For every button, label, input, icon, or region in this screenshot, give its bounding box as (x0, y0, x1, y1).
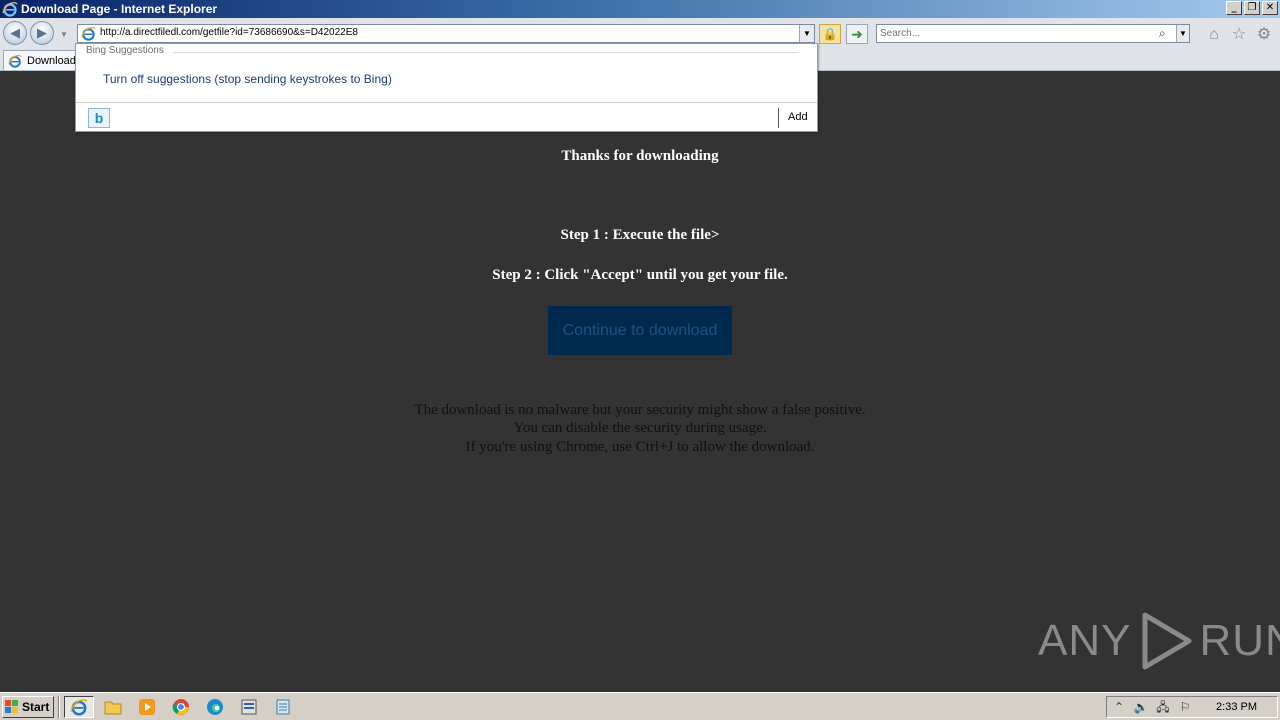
lock-icon: 🔒 (822, 27, 838, 41)
watermark-left-text: ANY (1038, 616, 1132, 665)
windows-flag-icon (5, 700, 18, 713)
bing-logo-icon[interactable]: b (88, 108, 110, 128)
footer-separator (778, 108, 779, 128)
page-content: Thanks for downloading Step 1 : Execute … (0, 71, 1280, 691)
folder-icon (104, 701, 122, 715)
continue-to-download-button[interactable]: Continue to download (548, 306, 732, 355)
search-input[interactable] (880, 26, 1150, 41)
media-player-icon (139, 699, 155, 715)
ie-logo-icon (2, 2, 18, 17)
go-arrow-icon: ➜ (851, 26, 863, 42)
page-ie-icon (81, 27, 96, 41)
back-arrow-icon: ◀ (10, 25, 20, 40)
play-logo-icon (1142, 612, 1192, 670)
taskbar-chrome-button[interactable] (166, 696, 196, 718)
chrome-icon (172, 699, 189, 715)
note-line-2: You can disable the security during usag… (513, 420, 767, 436)
page-heading: Thanks for downloading (561, 148, 719, 164)
favorites-star-icon[interactable]: ☆ (1230, 26, 1248, 44)
anyrun-watermark: ANY RUN (1038, 611, 1280, 671)
ie-icon (70, 699, 88, 716)
title-bar: Download Page - Internet Explorer _ ❐ ✕ (0, 0, 1280, 18)
volume-icon[interactable]: 🔈 (1133, 699, 1149, 715)
window-controls: _ ❐ ✕ (1226, 1, 1278, 15)
search-box[interactable]: ⌕ ▼ (876, 24, 1190, 43)
start-label: Start (22, 700, 50, 714)
step-1-text: Step 1 : Execute the file> (560, 227, 720, 243)
address-dropdown-icon[interactable]: ▼ (799, 25, 814, 42)
notepad-icon (276, 699, 290, 715)
security-lock-button[interactable]: 🔒 (819, 24, 841, 44)
suggestions-footer: b Add (76, 102, 817, 131)
taskbar-program-button[interactable] (234, 696, 264, 718)
restore-button[interactable]: ❐ (1244, 1, 1260, 15)
taskbar-notepad-button[interactable] (268, 696, 298, 718)
bing-suggestions-dropdown: Bing Suggestions Turn off suggestions (s… (75, 43, 818, 132)
watermark-right-text: RUN (1199, 616, 1280, 665)
address-url[interactable]: http://a.directfiledl.com/getfile?id=736… (100, 27, 358, 38)
edge-icon (207, 699, 223, 715)
taskbar-separator (58, 696, 60, 718)
taskbar-media-player-button[interactable] (132, 696, 162, 718)
network-icon[interactable]: 🖧 (1155, 699, 1171, 715)
suggestions-header: Bing Suggestions (86, 45, 164, 56)
action-center-flag-icon[interactable]: ⚐ (1177, 699, 1193, 715)
taskbar-explorer-button[interactable] (98, 696, 128, 718)
search-icon[interactable]: ⌕ (1159, 26, 1166, 41)
back-button[interactable]: ◀ (3, 21, 27, 45)
search-dropdown-icon[interactable]: ▼ (1176, 25, 1189, 42)
turn-off-suggestions-link[interactable]: Turn off suggestions (stop sending keyst… (103, 72, 392, 86)
start-button[interactable]: Start (2, 696, 54, 718)
clock[interactable]: 2:33 PM (1216, 701, 1257, 713)
taskbar-ie-button[interactable] (64, 696, 94, 718)
system-tray: ⌃ 🔈 🖧 ⚐ 2:33 PM (1106, 696, 1278, 718)
minimize-button[interactable]: _ (1226, 1, 1242, 15)
address-bar[interactable]: http://a.directfiledl.com/getfile?id=736… (77, 24, 815, 43)
note-line-3: If you're using Chrome, use Ctrl+J to al… (465, 439, 815, 455)
home-icon[interactable]: ⌂ (1205, 26, 1223, 44)
forward-button[interactable]: ▶ (30, 21, 54, 45)
tab-ie-icon (8, 54, 22, 68)
taskbar: Start ⌃ 🔈 🖧 ⚐ 2:33 PM (0, 692, 1280, 720)
program-icon (241, 699, 257, 715)
history-dropdown-icon[interactable]: ▼ (60, 30, 68, 39)
close-button[interactable]: ✕ (1262, 1, 1278, 15)
note-line-1: The download is no malware but your secu… (414, 402, 866, 418)
settings-gear-icon[interactable]: ⚙ (1255, 26, 1273, 44)
forward-arrow-icon: ▶ (37, 25, 47, 40)
tab-label: Download (27, 54, 76, 67)
window-title: Download Page - Internet Explorer (21, 2, 218, 16)
go-button[interactable]: ➜ (846, 24, 868, 44)
step-2-text: Step 2 : Click "Accept" until you get yo… (492, 267, 788, 283)
taskbar-edge-button[interactable] (200, 696, 230, 718)
suggestions-divider (173, 52, 798, 53)
show-hidden-icons-icon[interactable]: ⌃ (1111, 699, 1127, 715)
add-provider-button[interactable]: Add (788, 111, 808, 123)
